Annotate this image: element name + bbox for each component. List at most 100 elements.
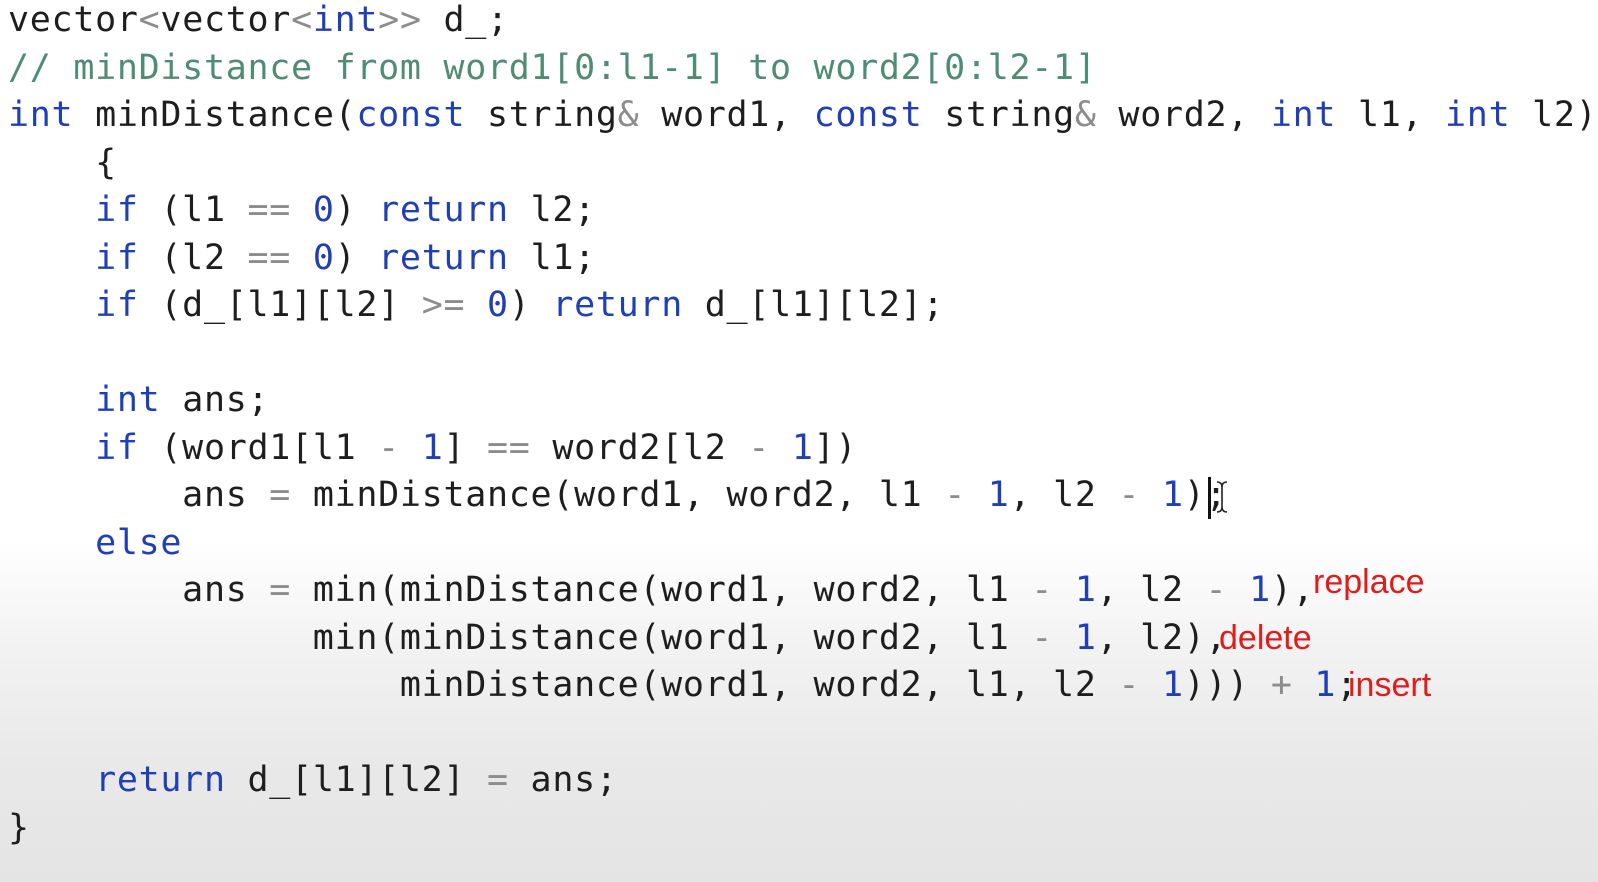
code-token: 1 xyxy=(1161,475,1184,515)
code-line[interactable]: return d_[l1][l2] = ans; xyxy=(8,760,618,800)
code-line[interactable]: } xyxy=(8,808,30,848)
code-line[interactable]: int minDistance(const string& word1, con… xyxy=(8,95,1597,135)
code-token: string xyxy=(465,95,618,135)
code-line[interactable]: ans = min(minDistance(word1, word2, l1 -… xyxy=(8,570,1314,610)
code-token: - xyxy=(1118,665,1141,705)
code-token: = xyxy=(487,760,509,800)
code-token: word2, xyxy=(1096,95,1271,135)
code-token: 1 xyxy=(1074,570,1097,610)
code-line[interactable]: int ans; xyxy=(8,380,269,420)
code-token: - xyxy=(748,427,771,468)
code-token: word2[l2 xyxy=(530,427,749,468)
code-token: ]) xyxy=(813,427,858,468)
code-token: 1 xyxy=(1161,665,1184,705)
code-token: + xyxy=(1270,665,1293,705)
code-token: vector xyxy=(8,0,139,40)
code-token: >= xyxy=(421,285,466,325)
code-token: if xyxy=(95,427,139,468)
code-editor[interactable]: vector<vector<int>> d_; // minDistance fr… xyxy=(0,0,1598,882)
code-token: int xyxy=(95,380,161,420)
code-token: < xyxy=(291,0,313,40)
code-token: } xyxy=(8,807,30,848)
code-token: if xyxy=(95,237,139,278)
code-line[interactable]: if (word1[l1 - 1] == word2[l2 - 1]) xyxy=(8,428,857,468)
code-token: int xyxy=(1270,95,1337,135)
code-token: return xyxy=(552,285,683,325)
code-token: (d_[l1][l2] xyxy=(138,285,422,325)
code-token: d_; xyxy=(421,0,509,40)
annotation-replace: replace xyxy=(1313,563,1425,601)
code-token: - xyxy=(1205,570,1228,610)
code-token: < xyxy=(138,0,161,40)
code-token: ] xyxy=(443,427,488,468)
code-token: , l2 xyxy=(1096,570,1206,610)
code-token: - xyxy=(1031,617,1054,658)
annotation-delete: delete xyxy=(1219,619,1312,657)
code-token: & xyxy=(1074,95,1097,135)
code-token: ))) xyxy=(1183,665,1271,705)
code-token: 1 xyxy=(421,427,444,468)
code-token: d_[l1][l2] xyxy=(225,760,487,800)
code-token: , l2 xyxy=(1009,475,1119,515)
code-line[interactable]: else xyxy=(8,523,182,563)
code-line[interactable]: // minDistance from word1[0:l1-1] to wor… xyxy=(8,48,1097,88)
code-token: 1 xyxy=(1074,617,1097,658)
code-token: 1 xyxy=(1314,665,1337,705)
code-token: { xyxy=(8,142,117,183)
code-token: = xyxy=(269,475,292,515)
code-token: (l2 xyxy=(138,237,248,278)
code-line[interactable]: if (l2 == 0) return l1; xyxy=(8,238,596,278)
code-token: ) xyxy=(334,190,379,230)
code-token: ans xyxy=(8,570,270,610)
code-line[interactable]: { xyxy=(8,143,117,183)
code-token: int xyxy=(8,95,74,135)
code-token: , l2), xyxy=(1096,617,1228,658)
code-token: 0 xyxy=(487,285,509,325)
code-token: >> xyxy=(378,0,422,40)
code-line[interactable]: ans = minDistance(word1, word2, l1 - 1, … xyxy=(8,475,1227,515)
code-token: string xyxy=(922,95,1075,135)
code-token: 1 xyxy=(987,475,1010,515)
code-token: ) xyxy=(334,237,379,278)
code-line[interactable]: vector<vector<int>> d_; xyxy=(8,0,509,40)
code-token: return xyxy=(378,190,509,230)
i-beam-cursor-icon xyxy=(1216,481,1228,513)
code-token: (word1[l1 xyxy=(138,427,379,468)
code-token: return xyxy=(95,760,226,800)
code-line[interactable]: minDistance(word1, word2, l1, l2 - 1))) … xyxy=(8,665,1358,705)
code-token: ans xyxy=(8,475,270,515)
code-line[interactable]: min(minDistance(word1, word2, l1 - 1, l2… xyxy=(8,618,1227,658)
code-token: - xyxy=(378,427,400,468)
code-token: d_[l1][l2]; xyxy=(682,285,945,325)
code-token: else xyxy=(95,522,183,563)
code-token: min(minDistance(word1, word2, l1 xyxy=(8,617,1032,658)
code-line[interactable]: if (l1 == 0) return l2; xyxy=(8,190,596,230)
code-token: ans; xyxy=(160,380,270,420)
code-token: - xyxy=(1118,475,1141,515)
code-token: if xyxy=(95,285,139,325)
code-token: (l1 xyxy=(138,190,248,230)
code-token: ) xyxy=(508,285,553,325)
code-token: minDistance( xyxy=(73,95,357,135)
code-line[interactable]: if (d_[l1][l2] >= 0) return d_[l1][l2]; xyxy=(8,285,944,325)
code-token: l2; xyxy=(508,190,596,230)
code-token: == xyxy=(487,427,531,468)
text-cursor xyxy=(1208,477,1211,519)
